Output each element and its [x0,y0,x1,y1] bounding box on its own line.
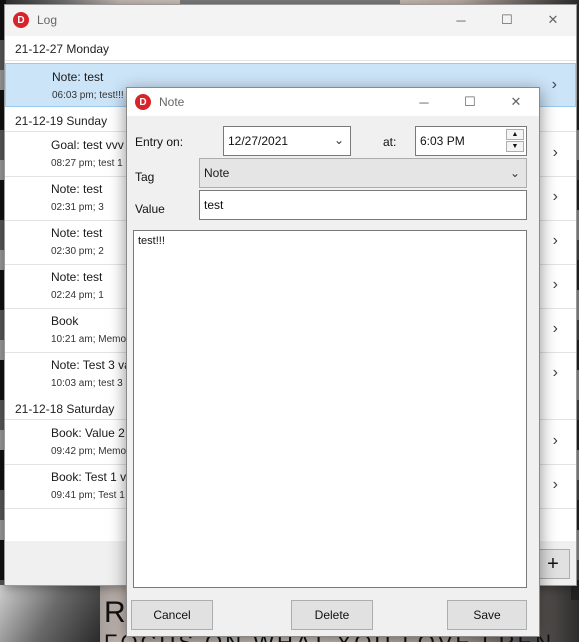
log-item-subtitle: 08:27 pm; test 1 [51,158,123,169]
chevron-right-icon: › [552,364,558,381]
group-header: 21-12-18 Saturday [15,402,115,416]
delete-button[interactable]: Delete [291,600,373,630]
app-logo-icon: D [13,12,29,28]
chevron-right-icon: › [552,188,558,205]
chevron-right-icon: › [552,144,558,161]
chevron-down-icon: ⌄ [509,166,520,180]
chevron-right-icon: › [552,476,558,493]
value-label: Value [135,202,165,216]
tag-label: Tag [135,170,155,184]
chevron-right-icon: › [551,76,557,93]
log-item-title: Note: Test 3 va [51,358,131,372]
time-value: 6:03 PM [420,134,465,148]
cancel-button[interactable]: Cancel [131,600,213,630]
log-item-title: Goal: test vvv [51,138,124,152]
log-titlebar[interactable]: D Log ─ ☐ ✕ [5,5,576,35]
log-item-title: Note: test [51,226,103,240]
log-item-subtitle: 06:03 pm; test!!! [52,90,124,101]
group-header: 21-12-19 Sunday [15,114,108,128]
desktop-artifact-bottom [0,585,100,642]
spin-up-icon[interactable]: ▲ [506,129,524,140]
minimize-button[interactable]: ─ [438,5,484,35]
log-item-title: Book [51,314,79,328]
maximize-button[interactable]: ☐ [484,5,530,35]
chevron-right-icon: › [552,232,558,249]
log-item-subtitle: 10:21 am; Memo [51,334,127,345]
log-item-subtitle: 02:30 pm; 2 [51,246,104,257]
log-item-subtitle: 10:03 am; test 3 [51,378,123,389]
note-dialog-title: Note [159,95,185,109]
log-item-title: Book: Test 1 va [51,470,133,484]
at-label: at: [383,135,397,149]
group-header: 21-12-27 Monday [15,42,110,56]
memo-textarea[interactable]: test!!! [133,230,527,588]
value-text: test [204,198,224,212]
tag-value: Note [204,166,230,180]
time-spinner[interactable]: ▲ ▼ [506,129,524,153]
divider [5,60,576,61]
add-entry-button[interactable]: + [536,549,570,579]
chevron-right-icon: › [552,432,558,449]
log-item-subtitle: 02:31 pm; 3 [51,202,104,213]
note-dialog: D Note ─ ☐ ✕ Entry on: 12/27/2021 ⌄ at: … [126,87,540,637]
minimize-button[interactable]: ─ [401,88,447,116]
tag-dropdown[interactable]: Note ⌄ [199,158,527,188]
maximize-button[interactable]: ☐ [447,88,493,116]
note-titlebar[interactable]: D Note ─ ☐ ✕ [127,88,539,116]
chevron-right-icon: › [552,320,558,337]
app-logo-icon: D [135,94,151,110]
log-item-title: Note: test [51,270,103,284]
log-window-title: Log [37,13,58,27]
log-item-title: Note: test [51,182,103,196]
log-item-title: Note: test [52,70,104,84]
entry-on-label: Entry on: [135,135,184,149]
background-text-line1: R [104,596,127,629]
save-button[interactable]: Save [447,600,527,630]
spin-down-icon[interactable]: ▼ [506,141,524,152]
chevron-right-icon: › [552,276,558,293]
date-picker[interactable]: 12/27/2021 ⌄ [223,126,351,156]
log-item-subtitle: 09:42 pm; Memo [51,446,127,457]
close-button[interactable]: ✕ [493,88,539,116]
date-value: 12/27/2021 [228,134,289,148]
log-item-subtitle: 02:24 pm; 1 [51,290,104,301]
log-item-title: Book: Value 2 [51,426,125,440]
memo-text: test!!! [138,235,165,247]
time-picker[interactable]: 6:03 PM ▲ ▼ [415,126,527,156]
chevron-down-icon: ⌄ [333,133,344,147]
log-item-subtitle: 09:41 pm; Test 1 [51,490,125,501]
value-input[interactable]: test [199,190,527,220]
close-button[interactable]: ✕ [530,5,576,35]
